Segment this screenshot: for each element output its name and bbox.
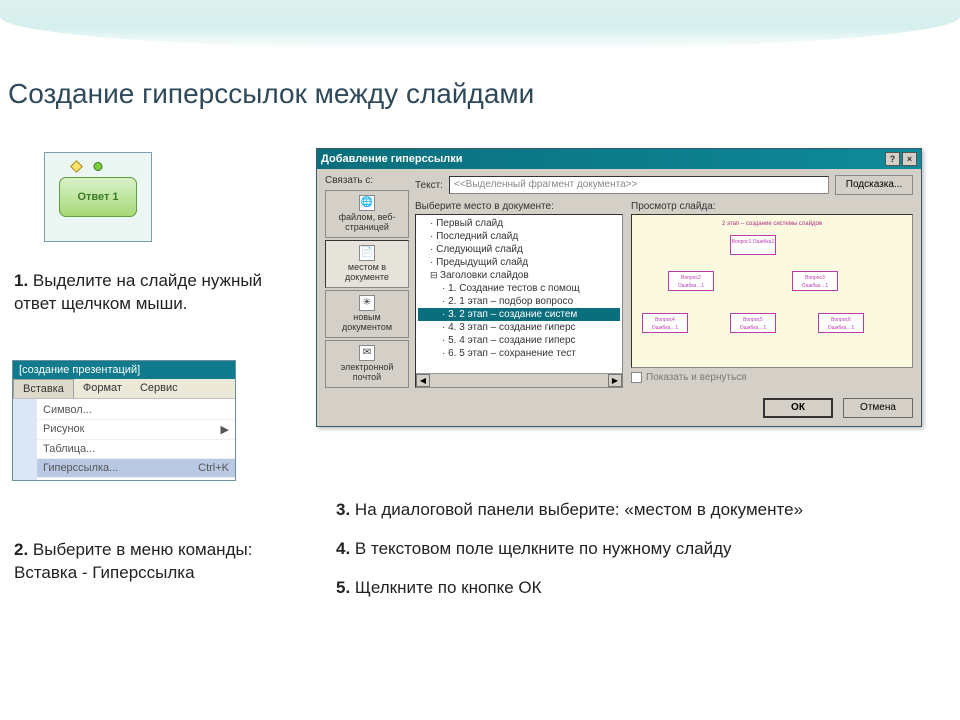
decorative-wave <box>0 0 960 50</box>
link-file-web-button[interactable]: 🌐файлом, веб-страницей <box>325 190 409 238</box>
tree-slide-6[interactable]: 6. 5 этап – сохранение тест <box>418 347 620 360</box>
answer-slide-thumbnail: Ответ 1 <box>44 152 152 242</box>
menu-item-hyperlink[interactable]: Гиперссылка...Ctrl+K <box>37 459 235 478</box>
org-node: Вопрос6 Ошибка→1 <box>818 313 864 333</box>
menu-tab-service[interactable]: Сервис <box>131 379 187 398</box>
insert-menu-screenshot: [создание презентаций] Вставка Формат Се… <box>12 360 236 481</box>
text-field[interactable]: <<Выделенный фрагмент документа>> <box>449 176 829 194</box>
globe-icon: 🌐 <box>359 195 375 211</box>
document-icon: 📄 <box>359 245 375 261</box>
tree-label: Выберите место в документе: <box>415 201 623 212</box>
close-icon[interactable]: × <box>902 152 917 166</box>
tree-hscrollbar[interactable]: ◀▶ <box>416 373 622 387</box>
text-label: Текст: <box>415 180 443 191</box>
tree-slide-1[interactable]: 1. Создание тестов с помощ <box>418 282 620 295</box>
mail-icon: ✉ <box>359 345 375 361</box>
link-email-button[interactable]: ✉электронной почтой <box>325 340 409 388</box>
tree-slide-5[interactable]: 5. 4 этап – создание гиперс <box>418 334 620 347</box>
menu-dropdown: Символ... Рисунок▶ Таблица... Гиперссылк… <box>13 399 235 480</box>
scroll-left-icon[interactable]: ◀ <box>416 374 430 387</box>
menubar: Вставка Формат Сервис <box>13 379 235 399</box>
answer-shape: Ответ 1 <box>59 177 137 217</box>
step-2-text: 2. Выберите в меню команды: Вставка - Ги… <box>14 539 264 585</box>
menu-tab-insert[interactable]: Вставка <box>13 379 74 398</box>
link-type-sidebar: Связать с: 🌐файлом, веб-страницей 📄место… <box>325 175 409 418</box>
tree-first-slide[interactable]: Первый слайд <box>418 217 620 230</box>
menu-item-picture[interactable]: Рисунок▶ <box>37 420 235 440</box>
tree-slide-4[interactable]: 4. 3 этап – создание гиперс <box>418 321 620 334</box>
tree-next-slide[interactable]: Следующий слайд <box>418 243 620 256</box>
step-1-text: 1. Выделите на слайде нужный ответ щелчк… <box>14 270 264 316</box>
tree-headings-group[interactable]: Заголовки слайдов <box>418 269 620 282</box>
preview-label: Просмотр слайда: <box>631 201 913 212</box>
menu-tab-format[interactable]: Формат <box>74 379 131 398</box>
tree-prev-slide[interactable]: Предыдущий слайд <box>418 256 620 269</box>
slide-preview: 2 этап – создание системы слайдов Вопрос… <box>631 214 913 368</box>
step-1-num: 1. <box>14 271 28 290</box>
menu-item-symbol[interactable]: Символ... <box>37 401 235 420</box>
steps-3-5-text: 3. На диалоговой панели выберите: «место… <box>336 496 896 614</box>
cancel-button[interactable]: Отмена <box>843 398 913 418</box>
tree-slide-2[interactable]: 2. 1 этап – подбор вопросо <box>418 295 620 308</box>
org-node: Вопрос1 Ошибка1 <box>730 235 776 255</box>
page-title: Создание гиперссылок между слайдами <box>8 78 534 110</box>
hyperlink-dialog: Добавление гиперссылки ? × Связать с: 🌐ф… <box>316 148 922 427</box>
ok-button[interactable]: ОК <box>763 398 833 418</box>
org-node: Вопрос3 Ошибка→1 <box>792 271 838 291</box>
link-new-doc-button[interactable]: ✳новым документом <box>325 290 409 338</box>
show-return-checkbox-row[interactable]: Показать и вернуться <box>631 372 913 383</box>
menu-item-table[interactable]: Таблица... <box>37 440 235 459</box>
step-2-num: 2. <box>14 540 28 559</box>
slide-tree[interactable]: Первый слайд Последний слайд Следующий с… <box>415 214 623 388</box>
help-icon[interactable]: ? <box>885 152 900 166</box>
dialog-titlebar: Добавление гиперссылки ? × <box>317 149 921 169</box>
tree-last-slide[interactable]: Последний слайд <box>418 230 620 243</box>
scroll-right-icon[interactable]: ▶ <box>608 374 622 387</box>
new-doc-icon: ✳ <box>359 295 375 311</box>
app-titlebar: [создание презентаций] <box>13 361 235 379</box>
org-node: Вопрос5 Ошибка→1 <box>730 313 776 333</box>
org-node: Вопрос4 Ошибка→1 <box>642 313 688 333</box>
tooltip-button[interactable]: Подсказка... <box>835 175 913 195</box>
tree-slide-3[interactable]: 3. 2 этап – создание систем <box>418 308 620 321</box>
link-place-in-doc-button[interactable]: 📄местом в документе <box>325 240 409 288</box>
org-node: Вопрос2 Ошибка→1 <box>668 271 714 291</box>
checkbox-icon[interactable] <box>631 372 642 383</box>
